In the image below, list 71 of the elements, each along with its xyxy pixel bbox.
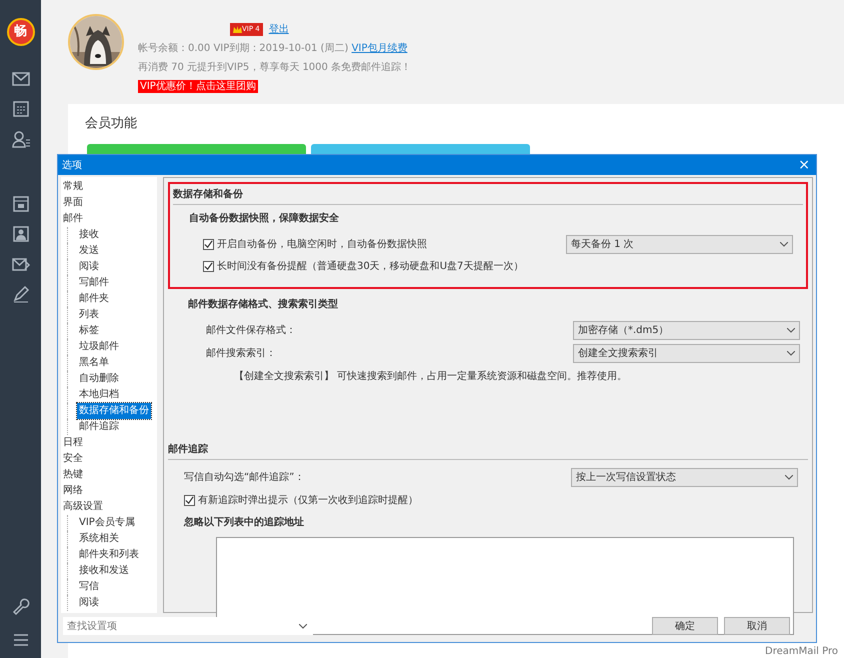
- tree-item[interactable]: 日程: [61, 435, 85, 451]
- tree-item[interactable]: 阅读: [77, 595, 101, 611]
- wrench-icon[interactable]: [10, 597, 30, 617]
- caret-icon: [787, 351, 795, 356]
- tree-item[interactable]: 列表: [77, 307, 101, 323]
- dialog-title: 选项: [62, 158, 82, 172]
- pen-icon[interactable]: [10, 284, 30, 304]
- caret-icon: [785, 475, 793, 480]
- tree-item[interactable]: 写信: [77, 579, 101, 595]
- checkbox-label: 有新追踪时弹出提示（仅第一次收到追踪时提醒）: [198, 494, 418, 508]
- tree-item[interactable]: 界面: [61, 195, 85, 211]
- checkbox[interactable]: [184, 494, 195, 506]
- dialog-button[interactable]: 确定: [652, 617, 718, 635]
- field-label: 邮件文件保存格式：: [206, 324, 296, 338]
- dropdown[interactable]: 按上一次写信设置状态: [571, 468, 798, 487]
- checkbox[interactable]: [203, 260, 214, 272]
- tree-item[interactable]: 自动删除: [77, 371, 121, 387]
- tree-item[interactable]: 热键: [61, 467, 85, 483]
- caret-icon: [787, 328, 795, 333]
- calendar-icon[interactable]: [10, 194, 30, 214]
- dropdown[interactable]: 创建全文搜索索引: [573, 344, 800, 363]
- checkbox-label: 开启自动备份，电脑空闲时，自动备份数据快照: [217, 238, 427, 252]
- tree-item[interactable]: 黑名单: [77, 355, 111, 371]
- tree-item[interactable]: 安全: [61, 451, 85, 467]
- app-name: DreamMail Pro: [765, 646, 838, 658]
- tree-item[interactable]: VIP会员专属: [77, 515, 137, 531]
- logout-link[interactable]: 登出: [268, 23, 289, 36]
- section-heading: 数据存储和备份: [173, 187, 803, 205]
- section-heading: 邮件追踪: [168, 442, 808, 460]
- contact-card-icon[interactable]: [10, 224, 30, 244]
- section-subheading: 邮件数据存储格式、搜索索引类型: [187, 298, 339, 312]
- field-label: 邮件搜索索引：: [206, 346, 276, 361]
- caret-icon[interactable]: [299, 624, 307, 629]
- section-subheading: 忽略以下列表中的追踪地址: [182, 516, 305, 530]
- tree-item[interactable]: 垃圾邮件: [77, 339, 121, 355]
- tree-item[interactable]: 阅读: [77, 259, 101, 275]
- tree-item[interactable]: 常规: [61, 179, 85, 195]
- tree-item[interactable]: 邮件追踪: [77, 419, 121, 435]
- address-list-field[interactable]: [216, 537, 794, 635]
- tree-item[interactable]: 邮件夹: [77, 291, 111, 307]
- tree-item[interactable]: 本地归档: [77, 387, 121, 403]
- dialog-button[interactable]: 取消: [724, 617, 790, 635]
- tree-item[interactable]: 接收: [77, 227, 101, 243]
- tree-item[interactable]: 系统相关: [77, 531, 121, 547]
- tree-item[interactable]: 邮件夹和列表: [77, 547, 141, 563]
- tree-item[interactable]: 发送: [77, 243, 101, 259]
- checkbox[interactable]: [203, 238, 214, 250]
- info-note: 【创建全文搜索索引】 可快速搜索到邮件，占用一定量系统资源和磁盘空间。推荐使用。: [233, 370, 628, 384]
- upgrade-note: 再消费 70 元提升到VIP5，尊享每天 1000 条免费邮件追踪！: [138, 62, 412, 73]
- field-label: 写信自动勾选“邮件追踪”：: [184, 470, 304, 485]
- promo-banner[interactable]: VIP优惠价！点击这里团购: [138, 80, 258, 93]
- close-button[interactable]: ×: [796, 158, 812, 172]
- account-info: 帐号余额：0.00 VIP到期：2019-10-01 (周二): [138, 43, 348, 54]
- tree-item[interactable]: 标签: [77, 323, 101, 339]
- tree-item[interactable]: 接收和发送: [77, 563, 131, 579]
- card-title: 会员功能: [85, 115, 138, 133]
- tree-item[interactable]: 高级设置: [61, 499, 105, 515]
- search-field[interactable]: 查找设置项: [63, 617, 313, 635]
- caret-icon: [780, 242, 788, 246]
- contacts-icon[interactable]: [10, 129, 30, 149]
- section-subheading: 自动备份数据快照，保障数据安全: [188, 211, 340, 226]
- checkbox-label: 长时间没有备份提醒（普通硬盘30天，移动硬盘和U盘7天提醒一次）: [217, 260, 524, 274]
- renew-link[interactable]: VIP包月续费: [352, 43, 408, 54]
- tree-item[interactable]: 邮件: [61, 211, 85, 227]
- frequency-dropdown[interactable]: 每天备份 1 次: [566, 234, 793, 254]
- app-logo: 畅: [6, 18, 34, 46]
- tree-item[interactable]: 数据存储和备份: [77, 403, 151, 419]
- calendar-icon[interactable]: [10, 99, 30, 119]
- tree-item[interactable]: 网络: [61, 483, 85, 499]
- dropdown[interactable]: 加密存储（*.dm5）: [573, 321, 800, 340]
- tree-item[interactable]: 写邮件: [77, 275, 111, 291]
